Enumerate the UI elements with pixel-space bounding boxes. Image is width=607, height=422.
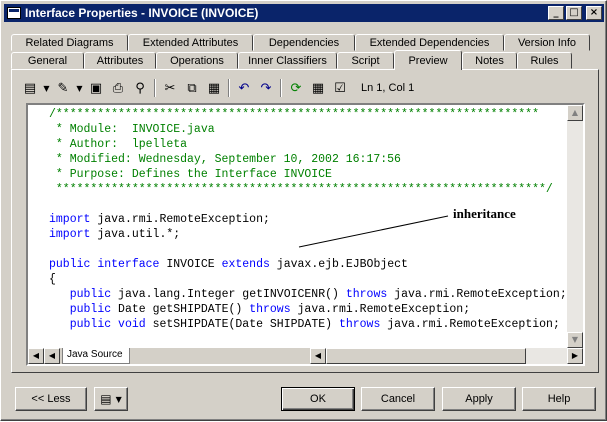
annotation-line [298,215,449,248]
properties-window: Interface Properties - INVOICE (INVOICE)… [0,0,607,421]
